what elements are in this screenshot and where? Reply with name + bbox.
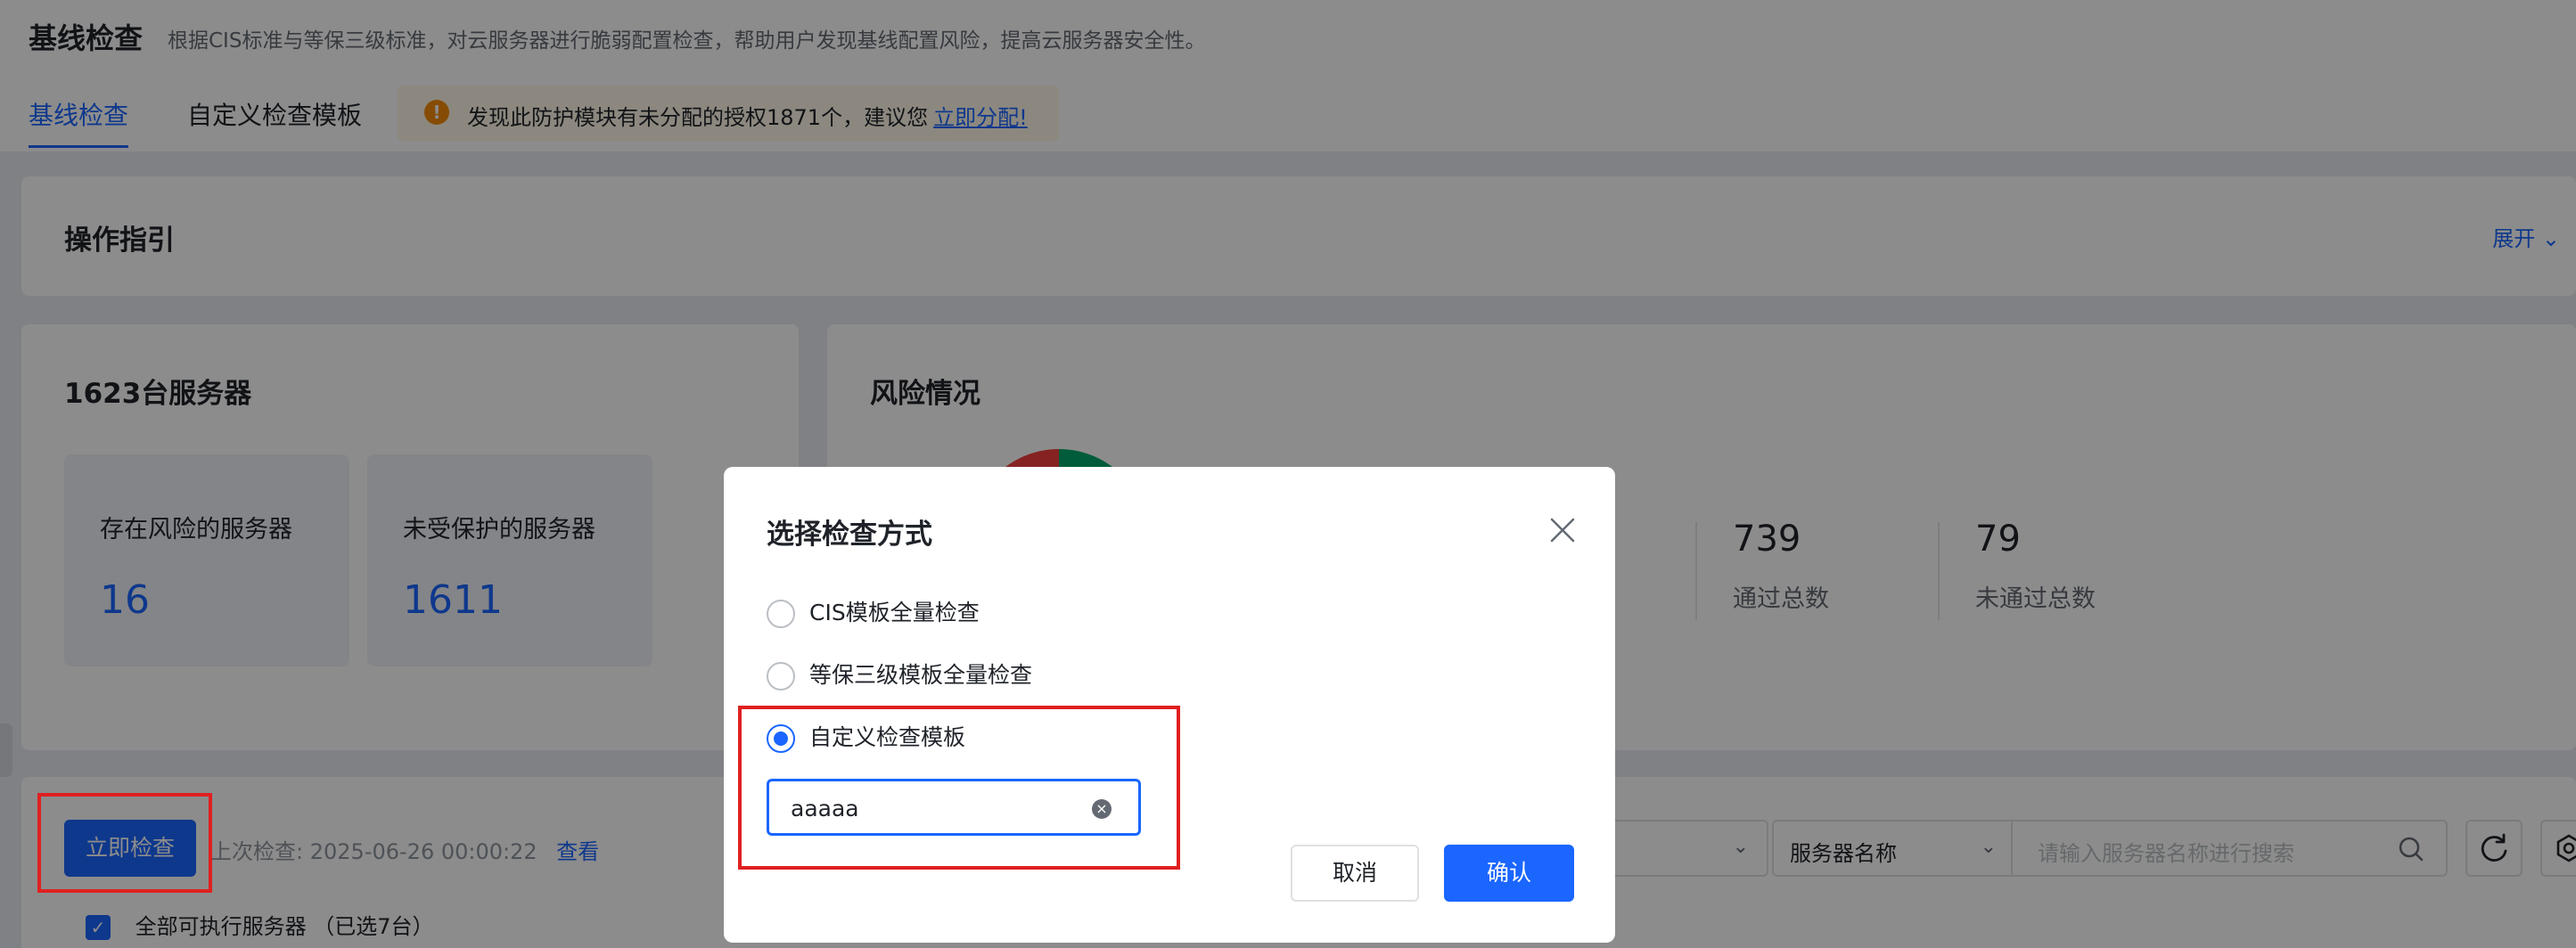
option-cis-full[interactable]: CIS模板全量检查 (767, 595, 980, 628)
option-level3-full[interactable]: 等保三级模板全量检查 (767, 658, 1032, 691)
baseline-check-page: 基线检查 根据CIS标准与等保三级标准，对云服务器进行脆弱配置检查，帮助用户发现… (0, 0, 2576, 948)
radio-unselected-icon[interactable] (767, 662, 795, 691)
close-icon[interactable] (1547, 515, 1578, 545)
select-check-mode-dialog: 选择检查方式 CIS模板全量检查 等保三级模板全量检查 自定义检查模板 aaaa… (724, 467, 1615, 943)
scan-button-highlight (37, 793, 212, 893)
option-label: CIS模板全量检查 (809, 600, 980, 625)
cancel-button[interactable]: 取消 (1291, 845, 1419, 902)
confirm-button[interactable]: 确认 (1444, 845, 1574, 902)
custom-template-highlight (738, 706, 1180, 870)
radio-unselected-icon[interactable] (767, 600, 795, 628)
dialog-title: 选择检查方式 (767, 519, 932, 551)
option-label: 等保三级模板全量检查 (809, 662, 1033, 688)
